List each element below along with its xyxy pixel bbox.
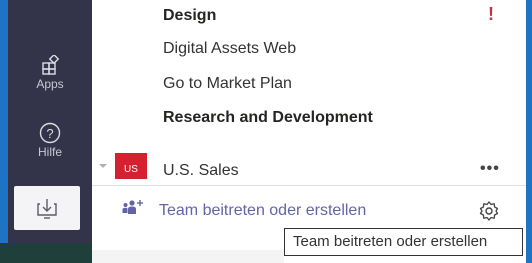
help-icon: ? (39, 122, 61, 144)
rail-item-apps[interactable]: Apps (8, 55, 92, 91)
teams-panel (92, 0, 532, 263)
channel-digital-assets-web[interactable]: Digital Assets Web (163, 40, 296, 58)
channel-design[interactable]: Design (163, 7, 216, 25)
panel-right-edge (526, 0, 532, 263)
rail-item-help-label: Hilfe (37, 145, 62, 159)
taskbar-fragment (0, 243, 92, 263)
rail-item-apps-label: Apps (36, 77, 64, 91)
team-name-us-sales[interactable]: U.S. Sales (163, 162, 239, 180)
download-icon (37, 199, 57, 219)
important-alert-icon: ! (488, 4, 494, 24)
collapse-chevron-icon[interactable] (98, 161, 108, 171)
gear-icon[interactable] (478, 200, 500, 222)
divider (92, 185, 526, 186)
apps-icon (42, 55, 60, 75)
team-avatar: US (115, 153, 147, 179)
channel-research-and-development[interactable]: Research and Development (163, 109, 373, 127)
join-or-create-team-link[interactable]: Team beitreten oder erstellen (159, 202, 366, 220)
join-team-icon[interactable] (122, 199, 144, 215)
rail-accent-edge (0, 0, 8, 263)
channel-go-to-market-plan[interactable]: Go to Market Plan (163, 75, 292, 93)
download-app-button[interactable] (14, 186, 80, 230)
rail-item-help[interactable]: ? Hilfe (8, 122, 92, 159)
app-rail: Apps ? Hilfe (0, 0, 92, 263)
more-options-icon[interactable]: ••• (480, 160, 500, 178)
svg-text:?: ? (46, 126, 53, 141)
tooltip: Team beitreten oder erstellen (284, 228, 523, 256)
search-bar-fragment (92, 250, 284, 263)
